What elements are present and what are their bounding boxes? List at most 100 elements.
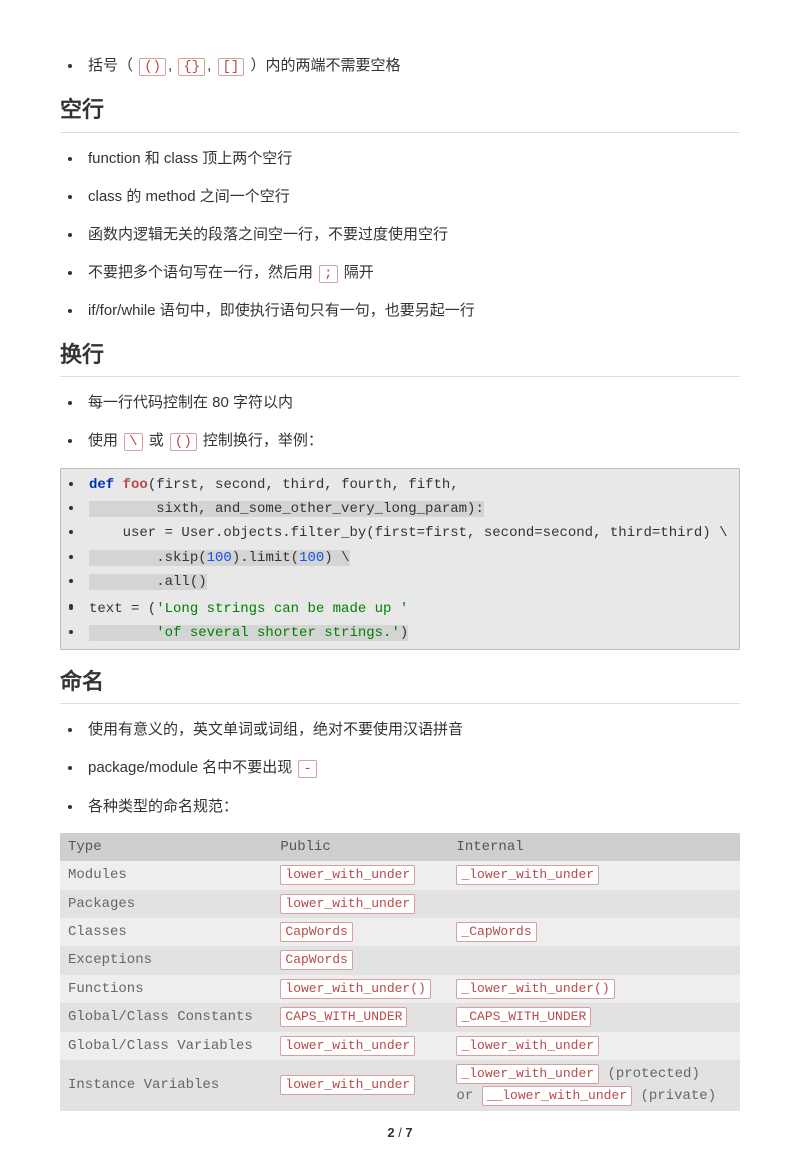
code-tag: lower_with_under (280, 1075, 415, 1095)
code-text: ) \ (324, 550, 349, 566)
heading-blank-lines: 空行 (60, 92, 740, 132)
text: 括号（ (88, 57, 133, 74)
code-text: ) (400, 625, 408, 641)
code-tag: lower_with_under (280, 894, 415, 914)
cell-type: Functions (60, 975, 272, 1003)
page-total: 7 (405, 1125, 412, 1140)
text: 使用 (88, 432, 122, 449)
code-parens: () (139, 58, 166, 76)
code-backslash: \ (124, 433, 142, 451)
naming-table: Type Public Internal Modules lower_with_u… (60, 833, 740, 1111)
blank-lines-list: function 和 class 顶上两个空行 class 的 method 之… (60, 147, 740, 323)
code-tag: CapWords (280, 950, 352, 970)
table-row: Exceptions CapWords (60, 946, 740, 974)
list-item: 函数内逻辑无关的段落之间空一行，不要过度使用空行 (60, 223, 740, 247)
code-tag: _lower_with_under (456, 1064, 599, 1084)
text: 控制换行，举例： (199, 432, 323, 449)
list-item: 各种类型的命名规范： (60, 795, 740, 819)
text: 不要把多个语句写在一行，然后用 (88, 264, 317, 281)
code-text: user = User.objects.filter_by(first=firs… (89, 525, 728, 541)
kw-def: def (89, 477, 114, 493)
text: package/module 名中不要出现 (88, 759, 296, 776)
cell-public: lower_with_under (272, 890, 448, 918)
code-dash: - (298, 760, 316, 778)
page-footer: 2 / 7 (60, 1123, 740, 1144)
cell-type: Classes (60, 918, 272, 946)
list-item: 每一行代码控制在 80 字符以内 (60, 391, 740, 415)
cell-type: Modules (60, 861, 272, 889)
heading-line-break: 换行 (60, 337, 740, 377)
heading-naming: 命名 (60, 664, 740, 704)
th-internal: Internal (448, 833, 740, 861)
code-string: 'of several shorter strings.' (156, 625, 400, 641)
code-tag: __lower_with_under (482, 1086, 632, 1106)
list-item: function 和 class 顶上两个空行 (60, 147, 740, 171)
page-sep: / (395, 1125, 406, 1140)
code-pad (89, 625, 156, 641)
code-text: sixth, and_some_other_very_long_param): (89, 501, 484, 517)
cell-public: lower_with_under (272, 1060, 448, 1111)
table-row: Global/Class Constants CAPS_WITH_UNDER _CA… (60, 1003, 740, 1031)
cell-type: Global/Class Constants (60, 1003, 272, 1031)
list-item: 使用 \ 或 () 控制换行，举例： (60, 429, 740, 453)
code-example: def foo(first, second, third, fourth, fi… (60, 468, 740, 651)
list-item: 括号（ (), {}, [] ）内的两端不需要空格 (60, 54, 740, 78)
code-braces: {} (178, 58, 205, 76)
cell-internal: _lower_with_under (448, 861, 740, 889)
code-tag: CapWords (280, 922, 352, 942)
list-item: if/for/while 语句中，即使执行语句只有一句，也要另起一行 (60, 299, 740, 323)
table-row: Instance Variables lower_with_under _lower… (60, 1060, 740, 1111)
text: 隔开 (340, 264, 374, 281)
line-break-list: 每一行代码控制在 80 字符以内 使用 \ 或 () 控制换行，举例： (60, 391, 740, 453)
list-item: package/module 名中不要出现 - (60, 756, 740, 780)
list-item: 不要把多个语句写在一行，然后用 ; 隔开 (60, 261, 740, 285)
cell-public: lower_with_under (272, 1032, 448, 1060)
bracket-spacing-list: 括号（ (), {}, [] ）内的两端不需要空格 (60, 54, 740, 78)
table-row: Functions lower_with_under() _lower_with_u… (60, 975, 740, 1003)
code-tag: lower_with_under() (280, 979, 430, 999)
code-tag: _CapWords (456, 922, 536, 942)
cell-type: Packages (60, 890, 272, 918)
cell-type: Exceptions (60, 946, 272, 974)
th-public: Public (272, 833, 448, 861)
code-tag: CAPS_WITH_UNDER (280, 1007, 407, 1027)
cell-type: Instance Variables (60, 1060, 272, 1111)
code-tag: _CAPS_WITH_UNDER (456, 1007, 591, 1027)
code-tag: lower_with_under (280, 865, 415, 885)
cell-type: Global/Class Variables (60, 1032, 272, 1060)
cell-public: CapWords (272, 946, 448, 974)
code-text: .all() (89, 574, 207, 590)
cell-internal (448, 946, 740, 974)
code-string: 'Long strings can be made up ' (156, 601, 408, 617)
cell-internal (448, 890, 740, 918)
code-tag: _lower_with_under (456, 1036, 599, 1056)
cell-internal: _lower_with_under (protected)or __lower_… (448, 1060, 740, 1111)
naming-list: 使用有意义的，英文单词或词组，绝对不要使用汉语拼音 package/module… (60, 718, 740, 818)
code-brackets: [] (218, 58, 245, 76)
text: ）内的两端不需要空格 (250, 57, 400, 74)
cell-public: CAPS_WITH_UNDER (272, 1003, 448, 1031)
table-row: Modules lower_with_under _lower_with_under (60, 861, 740, 889)
code-parens2: () (170, 433, 197, 451)
th-type: Type (60, 833, 272, 861)
cell-internal: _CapWords (448, 918, 740, 946)
text: 或 (145, 432, 168, 449)
code-num: 100 (299, 550, 324, 566)
code-text: ).limit( (232, 550, 299, 566)
table-row: Packages lower_with_under (60, 890, 740, 918)
code-text: .skip( (89, 550, 207, 566)
code-num: 100 (207, 550, 232, 566)
fn-name: foo (123, 477, 148, 493)
code-tag: lower_with_under (280, 1036, 415, 1056)
code-tag: _lower_with_under() (456, 979, 614, 999)
cell-internal: _lower_with_under (448, 1032, 740, 1060)
cell-public: lower_with_under (272, 861, 448, 889)
table-row: Global/Class Variables lower_with_under _l… (60, 1032, 740, 1060)
cell-internal: _lower_with_under() (448, 975, 740, 1003)
list-item: class 的 method 之间一个空行 (60, 185, 740, 209)
table-row: Classes CapWords _CapWords (60, 918, 740, 946)
code-text: (first, second, third, fourth, fifth, (148, 477, 459, 493)
cell-internal: _CAPS_WITH_UNDER (448, 1003, 740, 1031)
list-item: 使用有意义的，英文单词或词组，绝对不要使用汉语拼音 (60, 718, 740, 742)
page-current: 2 (387, 1125, 394, 1140)
